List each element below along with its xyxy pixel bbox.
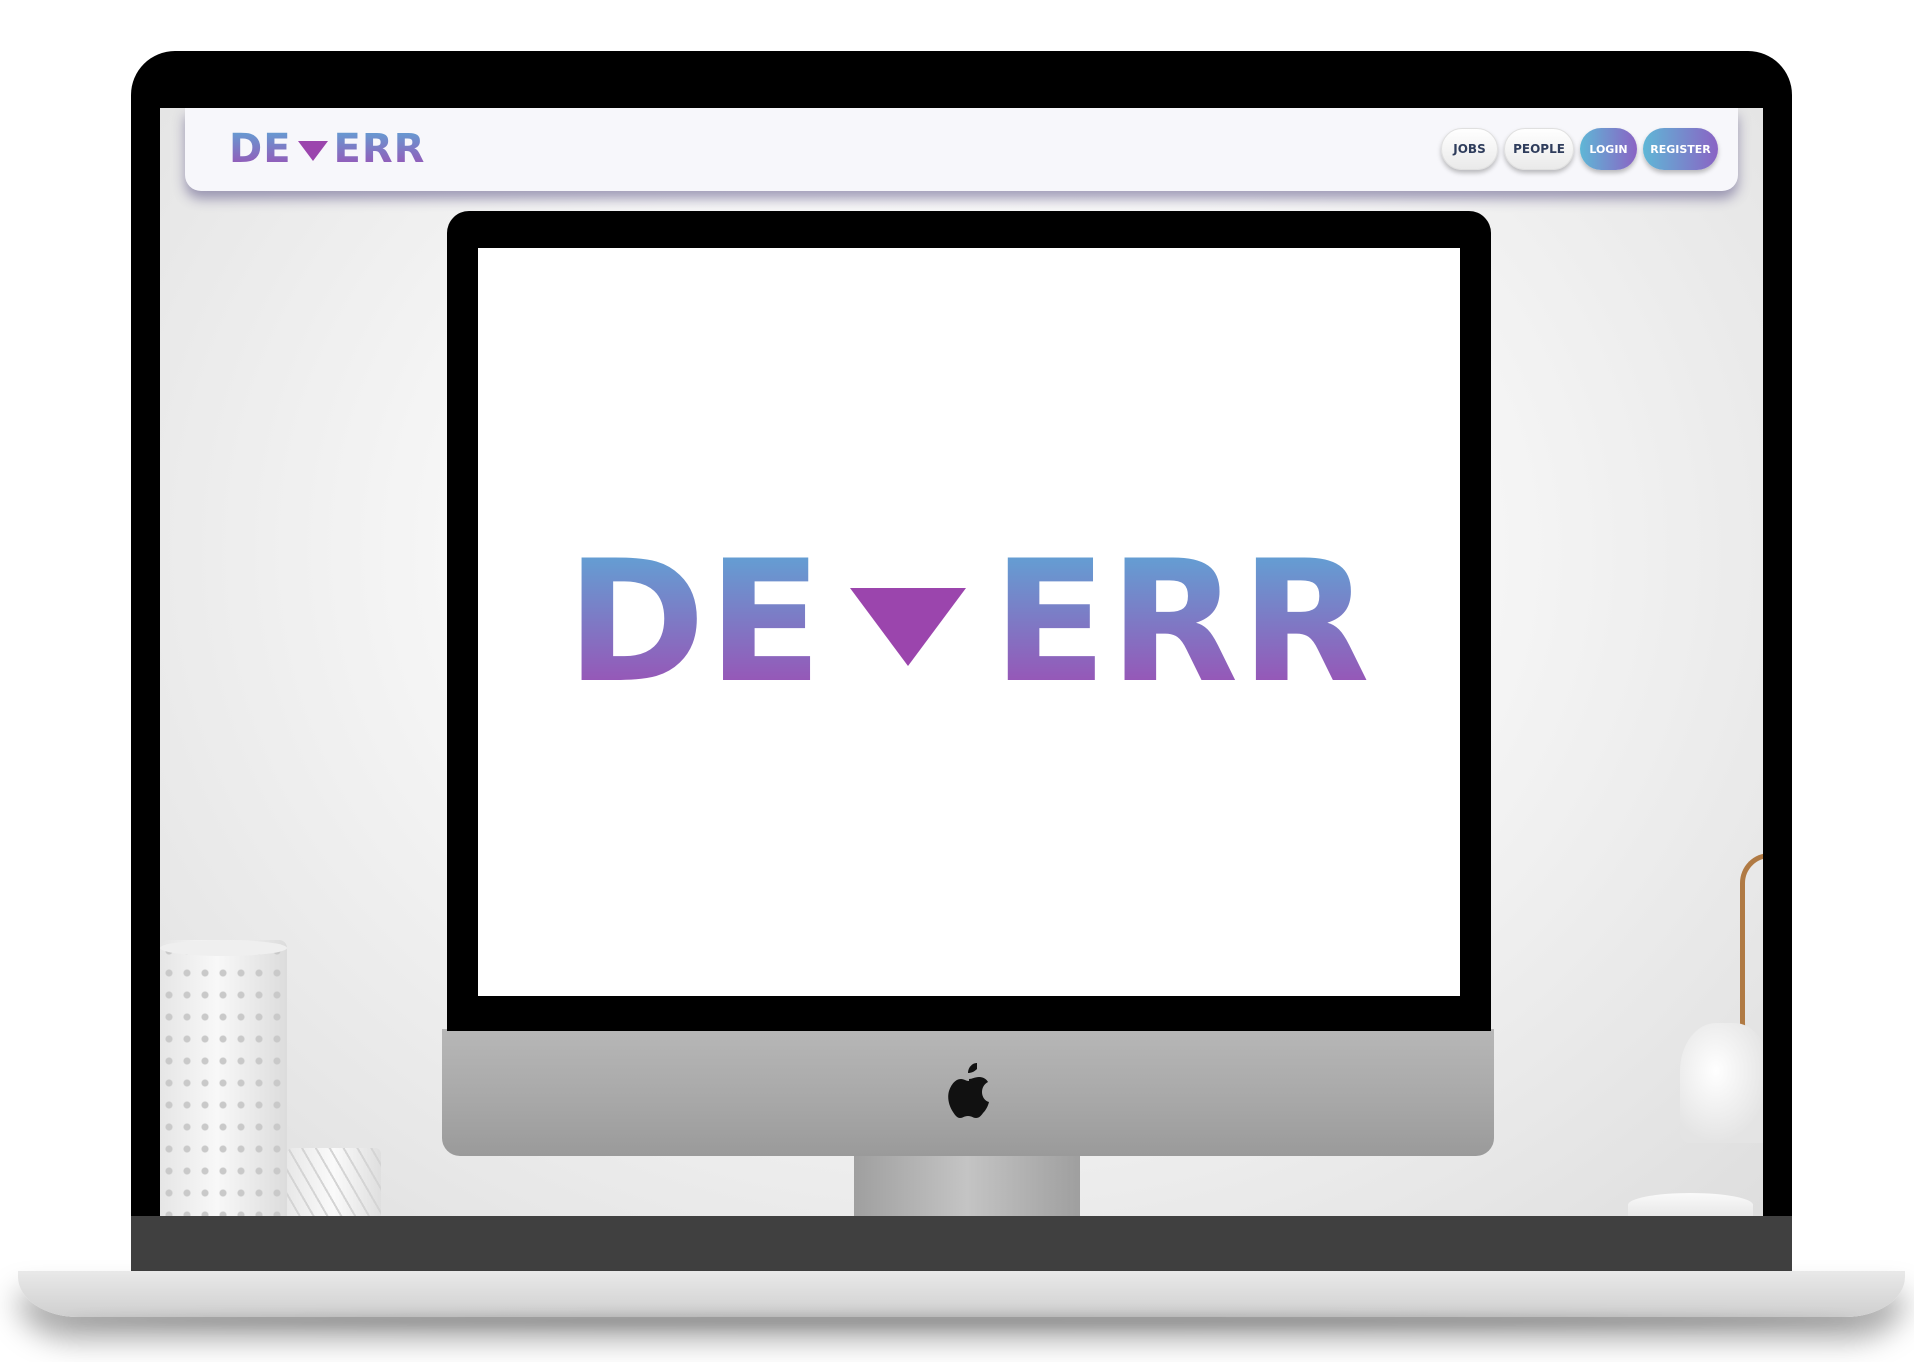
laptop-base	[18, 1271, 1905, 1317]
monitor-stand	[854, 1156, 1080, 1216]
hero-logo-right: ERR	[992, 524, 1372, 720]
hero-logo-left: DE	[566, 524, 825, 720]
down-triangle-icon	[850, 588, 967, 666]
teapot-handle	[1740, 853, 1763, 1053]
login-button[interactable]: LOGIN	[1580, 128, 1637, 170]
cup	[1628, 1193, 1753, 1216]
hero-logo: DE ERR	[478, 248, 1460, 996]
laptop-screen: DE ERR DE ERR JOBS PEOPLE LOGIN REGISTER	[160, 108, 1763, 1216]
down-triangle-icon	[297, 141, 328, 161]
register-button[interactable]: REGISTER	[1643, 128, 1718, 170]
nav-buttons: JOBS PEOPLE LOGIN REGISTER	[1441, 128, 1718, 170]
jobs-button[interactable]: JOBS	[1441, 128, 1498, 170]
people-button[interactable]: PEOPLE	[1504, 128, 1574, 170]
tall-vase	[160, 940, 287, 1216]
laptop-chin	[131, 1216, 1792, 1279]
brand-logo[interactable]: DE ERR	[229, 126, 425, 172]
device-mockup: DE ERR DE ERR JOBS PEOPLE LOGIN REGISTER	[0, 0, 1914, 1362]
top-navbar: DE ERR JOBS PEOPLE LOGIN REGISTER	[185, 108, 1738, 191]
short-vase	[287, 1148, 381, 1216]
brand-logo-left: DE	[229, 126, 292, 172]
teapot	[1680, 1023, 1763, 1143]
monitor-display: DE ERR	[478, 248, 1460, 996]
brand-logo-right: ERR	[333, 126, 426, 172]
apple-icon	[948, 1063, 989, 1118]
tall-vase-rim	[160, 940, 287, 956]
